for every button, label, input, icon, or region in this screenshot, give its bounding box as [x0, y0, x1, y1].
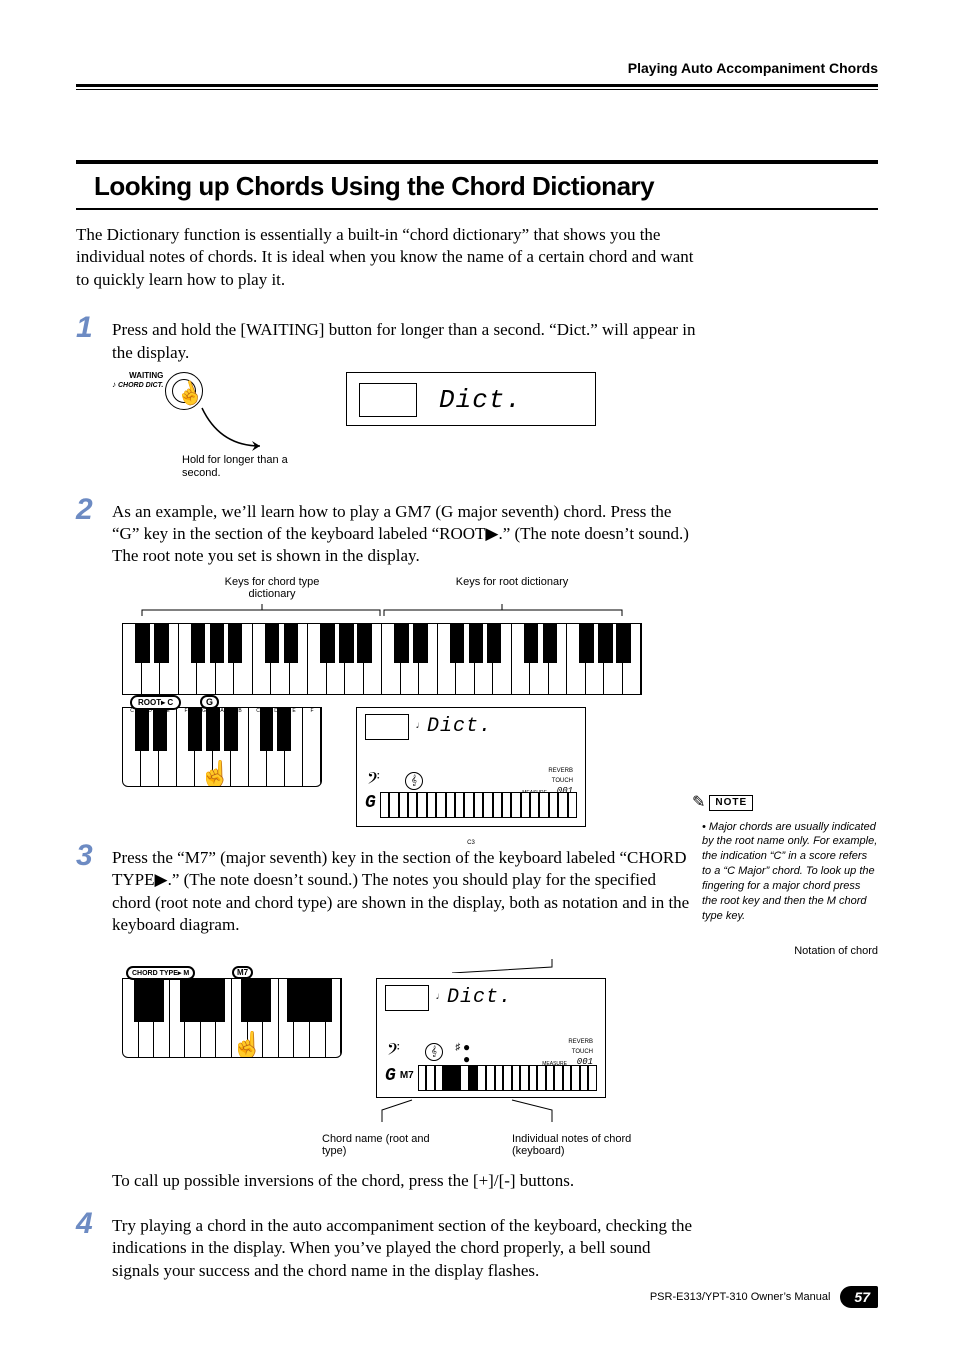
lcd-chord-slot: [365, 714, 409, 740]
chord-type-keyboard-wrapper: CHORD TYPE▸ M M7 ☝: [122, 978, 352, 1058]
note-text: Major chords are usually indicated by th…: [702, 820, 878, 924]
hand-icon: ☝: [231, 1031, 263, 1058]
step-body: Try playing a chord in the auto accompan…: [112, 1209, 696, 1282]
lcd-chord-type-indicator: M7: [400, 1070, 414, 1081]
chord-type-keyboard-diagram: ☝: [122, 978, 342, 1058]
step3-figure: Notation of chord CHORD TYPE▸ M M7 ☝ ♩: [112, 945, 878, 1157]
intro-paragraph: The Dictionary function is essentially a…: [76, 224, 696, 291]
step-body: As an example, we’ll learn how to play a…: [112, 495, 696, 568]
step2-figure: Keys for chord type dictionary Keys for …: [112, 576, 878, 827]
chord-name-caption: Chord name (root and type): [322, 1133, 452, 1157]
touch-label: TOUCH: [572, 1049, 593, 1055]
pointer-line-icon: [442, 959, 662, 973]
section-title: Looking up Chords Using the Chord Dictio…: [76, 167, 878, 208]
step-1: 1 Press and hold the [WAITING] button fo…: [76, 313, 696, 364]
lcd-main-text: Dict.: [427, 715, 492, 738]
lcd-staff-icon: 𝄢 𝄞 8va REVERB TOUCH ♯ ● ● MEASURE 001: [385, 1037, 597, 1039]
root-key-circle: G: [200, 695, 219, 709]
root-keyboard-tag: ROOT▸ C: [130, 695, 181, 710]
lcd-mini-keyboard: [418, 1065, 597, 1091]
root-keyboard-wrapper: ROOT▸ C G CDEFGABCDEF ☝: [122, 707, 332, 787]
lcd-display-step2: ♩ Dict. 𝄢 𝄞 8va REVERB TOUCH MEASURE 001…: [356, 707, 586, 827]
lcd-chord-slot: [359, 383, 417, 417]
step-body: Press the “M7” (major seventh) key in th…: [112, 841, 696, 937]
round-button-icon: ☝: [165, 372, 203, 410]
step-4: 4 Try playing a chord in the auto accomp…: [76, 1209, 696, 1282]
header-rule-thin: [76, 89, 878, 90]
step-2: 2 As an example, we’ll learn how to play…: [76, 495, 696, 568]
note-sidebar: ✎ NOTE Major chords are usually indicate…: [692, 792, 878, 924]
step-number: 3: [76, 841, 102, 871]
note-icon: ♪: [112, 381, 116, 390]
lcd-main-text: Dict.: [439, 385, 522, 415]
hand-icon: ☝: [199, 760, 231, 787]
touch-label: TOUCH: [552, 778, 573, 784]
waiting-button-figure: WAITING ♪CHORD DICT. ☝: [112, 372, 322, 410]
title-top-rule: [76, 160, 878, 164]
title-bottom-rule: [76, 208, 878, 210]
pencil-icon: ✎: [692, 792, 705, 814]
lcd-root-indicator: G: [365, 793, 376, 813]
step1-figure: WAITING ♪CHORD DICT. ☝ Hold for longer t…: [112, 372, 878, 480]
note-label: NOTE: [709, 795, 753, 811]
root-keyboard-diagram: CDEFGABCDEF ☝: [122, 707, 322, 787]
step-number: 4: [76, 1209, 102, 1239]
treble-clef-icon: 𝄞: [425, 1043, 443, 1061]
step-3: 3 Press the “M7” (major seventh) key in …: [76, 841, 696, 937]
notation-of-chord-label: Notation of chord: [492, 945, 878, 957]
lcd-chord-slot: [385, 985, 429, 1011]
kb-label-root: Keys for root dictionary: [442, 576, 582, 600]
caption-pointer-lines-icon: [352, 1098, 652, 1122]
reverb-label: REVERB: [568, 1039, 593, 1045]
chord-type-key-circle: M7: [232, 966, 253, 979]
kb-label-chord-type: Keys for chord type dictionary: [202, 576, 342, 600]
step-number: 1: [76, 313, 102, 343]
lcd-display: Dict.: [346, 372, 596, 426]
header-section-title: Playing Auto Accompaniment Chords: [628, 60, 878, 76]
step-number: 2: [76, 495, 102, 525]
lcd-root-indicator: G: [385, 1066, 396, 1086]
bracket-icon: [122, 604, 642, 618]
treble-clef-icon: 𝄞: [405, 772, 423, 790]
lcd-display-step3: ♩ Dict. 𝄢 𝄞 8va REVERB TOUCH ♯ ● ● MEASU…: [376, 978, 606, 1098]
waiting-label-sub: CHORD DICT.: [118, 382, 163, 390]
lcd-main-text: Dict.: [447, 986, 512, 1009]
hold-caption: Hold for longer than a second.: [182, 454, 322, 480]
chord-type-tag: CHORD TYPE▸ M: [126, 966, 195, 980]
lcd-mini-keyboard: [380, 792, 577, 818]
manual-name: PSR-E313/YPT-310 Owner’s Manual: [650, 1291, 831, 1303]
step3-postline: To call up possible inversions of the ch…: [112, 1171, 712, 1191]
waiting-label-top: WAITING: [112, 372, 163, 381]
page-footer: PSR-E313/YPT-310 Owner’s Manual 57: [76, 1286, 878, 1308]
individual-notes-caption: Individual notes of chord (keyboard): [512, 1133, 682, 1157]
section-title-block: Looking up Chords Using the Chord Dictio…: [76, 160, 878, 210]
step-body: Press and hold the [WAITING] button for …: [112, 313, 696, 364]
page-header: Playing Auto Accompaniment Chords: [76, 60, 878, 80]
full-keyboard-diagram: [122, 623, 642, 695]
arrow-curve-icon: [200, 406, 280, 452]
header-rule: [76, 84, 878, 87]
page-number: 57: [840, 1286, 878, 1308]
reverb-label: REVERB: [548, 768, 573, 774]
